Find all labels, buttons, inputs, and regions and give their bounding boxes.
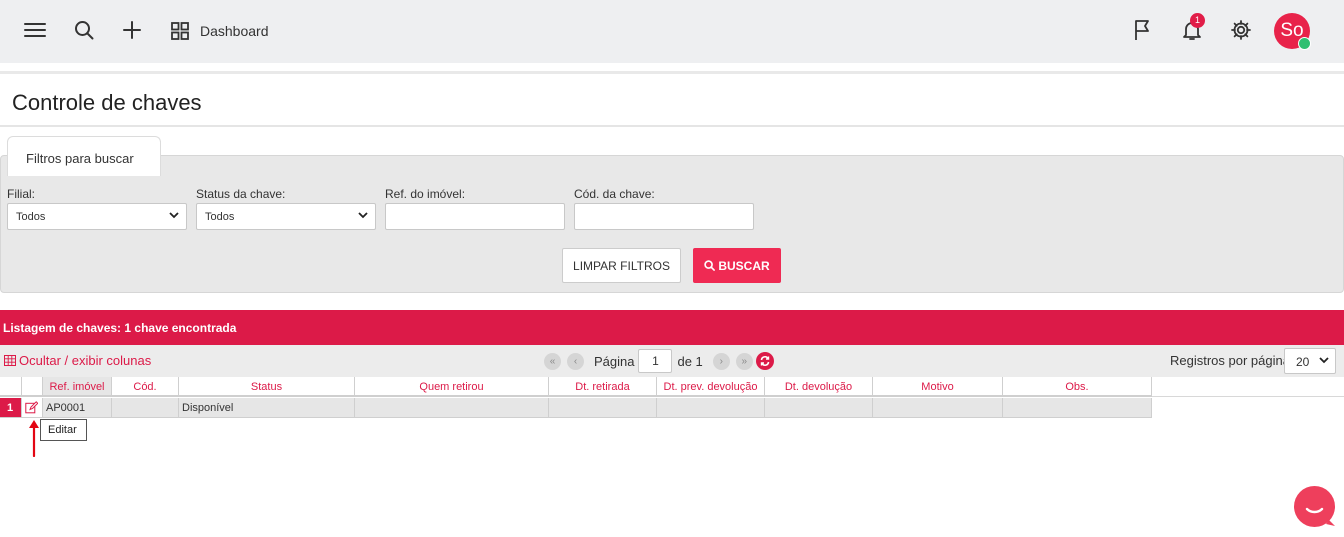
table-cell-motivo <box>873 398 1003 418</box>
chevron-down-icon <box>1319 357 1329 364</box>
listing-header: Listagem de chaves: 1 chave encontrada <box>0 310 1344 345</box>
filial-select[interactable]: Todos <box>7 203 187 230</box>
table-cell-dt-prev-devolucao <box>657 398 765 418</box>
page-title: Controle de chaves <box>12 90 202 115</box>
search-icon <box>704 260 716 271</box>
column-header-cod[interactable]: Cód. <box>112 377 179 397</box>
gear-icon[interactable] <box>1228 16 1254 44</box>
status-value: Todos <box>205 211 235 223</box>
first-page-icon[interactable]: « <box>544 352 561 370</box>
chat-icon <box>1305 507 1335 526</box>
action-header <box>22 377 43 397</box>
table-icon <box>4 355 16 366</box>
online-status-dot <box>1298 37 1311 50</box>
table-cell-dt-devolucao <box>765 398 873 418</box>
column-header-dt-retirada[interactable]: Dt. retirada <box>549 377 657 397</box>
filial-label: Filial: <box>7 187 36 201</box>
dashboard-link[interactable]: Dashboard <box>170 18 269 44</box>
menu-icon[interactable] <box>22 16 48 44</box>
search-icon[interactable] <box>71 16 97 44</box>
status-label: Status da chave: <box>196 187 286 201</box>
column-header-motivo[interactable]: Motivo <box>873 377 1003 397</box>
grid-toolbar: Ocultar / exibir colunas « ‹ Página 1 de… <box>0 345 1344 377</box>
page-input[interactable]: 1 <box>638 349 673 373</box>
table-cell-ref: AP0001 <box>43 398 112 418</box>
table-cell-dt-retirada <box>549 398 657 418</box>
column-header-quem-retirou[interactable]: Quem retirou <box>355 377 549 397</box>
chevron-down-icon <box>169 212 179 219</box>
filter-tab[interactable]: Filtros para buscar <box>7 136 161 176</box>
column-header-dt-devolucao[interactable]: Dt. devolução <box>765 377 873 397</box>
toggle-columns-link[interactable]: Ocultar / exibir colunas <box>4 353 151 368</box>
notification-badge: 1 <box>1190 13 1205 28</box>
column-header-obs[interactable]: Obs. <box>1003 377 1152 397</box>
title-bar: Controle de chaves <box>0 71 1344 127</box>
cod-chave-label: Cód. da chave: <box>574 187 655 201</box>
grid-icon <box>171 22 189 40</box>
page-label: Página <box>594 353 635 369</box>
status-select[interactable]: Todos <box>196 203 376 230</box>
toggle-columns-label: Ocultar / exibir colunas <box>19 353 152 368</box>
dashboard-label: Dashboard <box>200 23 269 39</box>
column-header-dt-prev-devolucao[interactable]: Dt. prev. devolução <box>657 377 765 397</box>
search-label: BUSCAR <box>718 258 770 273</box>
edit-button[interactable] <box>22 398 43 418</box>
row-number-header <box>0 377 22 397</box>
grid-header-filler <box>1152 377 1344 397</box>
ref-imovel-label: Ref. do imóvel: <box>385 187 466 201</box>
column-header-status[interactable]: Status <box>179 377 355 397</box>
page-of-label: de 1 <box>677 353 703 369</box>
table-cell-cod <box>112 398 179 418</box>
table-cell-status: Disponível <box>179 398 355 418</box>
row-number: 1 <box>0 398 22 418</box>
chevron-down-icon <box>358 212 368 219</box>
column-header-ref[interactable]: Ref. imóvel <box>43 377 112 397</box>
cod-chave-input[interactable] <box>574 203 754 230</box>
table-cell-obs <box>1003 398 1152 418</box>
filial-value: Todos <box>16 211 46 223</box>
clear-filters-button[interactable]: LIMPAR FILTROS <box>562 248 681 283</box>
refresh-icon[interactable] <box>755 352 774 370</box>
edit-icon <box>25 401 39 414</box>
flag-icon[interactable] <box>1130 16 1156 44</box>
annotation-arrow-icon <box>29 420 39 457</box>
last-page-icon[interactable]: » <box>735 352 753 370</box>
search-button[interactable]: BUSCAR <box>693 248 781 283</box>
chat-button[interactable] <box>1294 486 1335 527</box>
rows-per-page-label: Registros por página <box>1170 353 1290 368</box>
edit-tooltip: Editar <box>40 419 87 441</box>
rows-per-page-select[interactable]: 20 <box>1284 348 1336 374</box>
rows-per-page-value: 20 <box>1296 355 1310 369</box>
clear-filters-label: LIMPAR FILTROS <box>573 258 670 273</box>
ref-imovel-input[interactable] <box>385 203 565 230</box>
next-page-icon[interactable]: › <box>712 352 730 370</box>
pager: « ‹ Página 1 de 1 › » <box>544 349 774 373</box>
table-cell-quem-retirou <box>355 398 549 418</box>
top-bar: Dashboard 1 So <box>0 0 1344 63</box>
add-icon[interactable] <box>119 16 145 44</box>
prev-page-icon[interactable]: ‹ <box>567 352 584 370</box>
